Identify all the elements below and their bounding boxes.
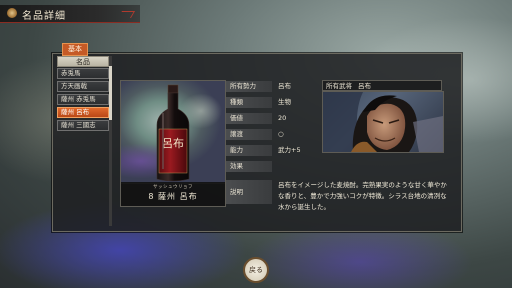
bottle-label-text: 呂布: [162, 137, 184, 150]
attr-category: 種類 生物: [226, 97, 316, 108]
attr-label: 所有勢力: [226, 81, 272, 92]
attr-owner-force: 所有勢力 呂布: [226, 81, 316, 92]
item-caption: サッシュウリョフ 8 薩州 呂布: [120, 182, 226, 207]
attr-label: 価値: [226, 113, 272, 124]
item-furigana: サッシュウリョフ: [153, 185, 193, 190]
item-picture: 呂布: [120, 80, 226, 184]
emblem-icon: [7, 8, 17, 18]
title-accent-decoration: [117, 11, 136, 18]
attr-ability: 能力 武力+5: [226, 145, 316, 156]
list-item[interactable]: 赤兎馬: [57, 68, 109, 79]
page-title: 名品詳細: [22, 11, 66, 22]
scrollbar-thumb[interactable]: [109, 66, 112, 120]
shochu-bottle-icon: 呂布: [156, 84, 190, 182]
officer-label: 所有武将: [326, 82, 352, 90]
warrior-portrait-icon: [323, 92, 443, 152]
list-scrollbar[interactable]: [109, 56, 112, 226]
officer-portrait: [322, 91, 444, 153]
attr-value: 武力+5: [278, 146, 301, 154]
attr-value: 20: [278, 114, 287, 122]
attr-value: ○: [278, 130, 284, 138]
item-name: 8 薩州 呂布: [148, 192, 198, 201]
tab-basic[interactable]: 基本: [62, 43, 88, 56]
list-item[interactable]: 方天画戟: [57, 81, 109, 92]
attr-label: 能力: [226, 145, 272, 156]
officer-header: 所有武将 呂布: [322, 80, 442, 91]
item-list: 名品 赤兎馬 方天画戟 薩州 赤兎馬 薩州 呂布 薩州 三國志: [57, 56, 109, 133]
title-bar: 名品詳細: [0, 5, 140, 23]
list-item[interactable]: 薩州 三國志: [57, 120, 109, 131]
attr-label: 種類: [226, 97, 272, 108]
attr-description-text: 呂布をイメージした麦焼酎。完熟果実のような甘く華やかな香りと、豊かで力強いコクが…: [278, 181, 447, 211]
attr-effect: 効果: [226, 161, 316, 172]
attr-price: 価値 20: [226, 113, 316, 124]
attr-description-label: 説明: [226, 180, 272, 204]
list-item-selected[interactable]: 薩州 呂布: [57, 107, 109, 118]
officer-name: 呂布: [358, 82, 371, 90]
back-button[interactable]: 戻る: [243, 257, 269, 283]
attr-value: 呂布: [278, 82, 291, 90]
attr-label: 譲渡: [226, 129, 272, 140]
list-header: 名品: [57, 56, 109, 67]
attr-label: 効果: [226, 161, 272, 172]
list-item[interactable]: 薩州 赤兎馬: [57, 94, 109, 105]
attr-transfer: 譲渡 ○: [226, 129, 316, 140]
attr-value: 生物: [278, 98, 291, 106]
